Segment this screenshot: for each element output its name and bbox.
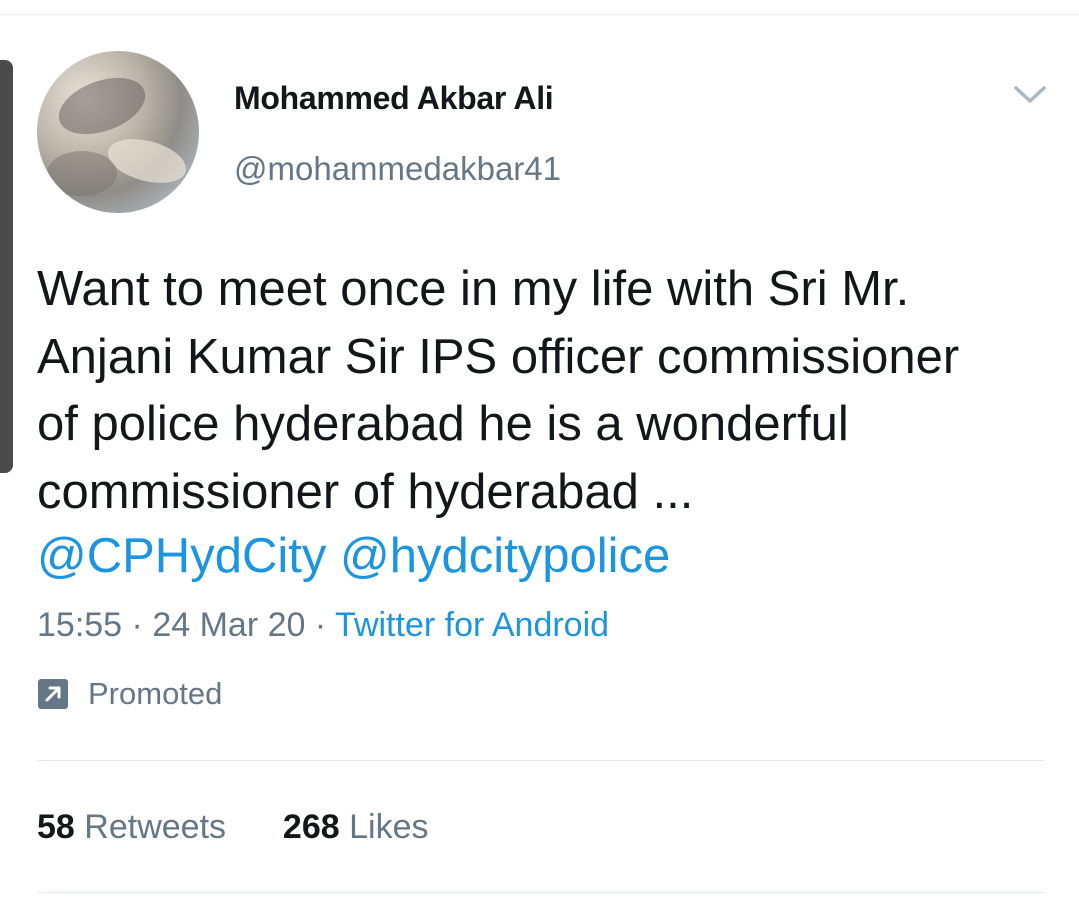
mention-link[interactable]: @hydcitypolice <box>340 529 670 583</box>
meta-separator: · <box>314 606 327 644</box>
tweet-time[interactable]: 15:55 <box>37 606 122 644</box>
scroll-indicator[interactable] <box>0 60 13 473</box>
retweets-stat[interactable]: 58 Retweets <box>37 808 235 846</box>
retweets-count: 58 <box>37 808 75 846</box>
avatar[interactable] <box>37 51 199 213</box>
chevron-down-icon[interactable] <box>1013 84 1047 106</box>
stats-top-divider <box>37 760 1044 761</box>
tweet-mentions: @CPHydCity @hydcitypolice <box>37 526 670 586</box>
likes-label: Likes <box>349 808 429 846</box>
tweet-metadata: 15:55 · 24 Mar 20 · Twitter for Android <box>37 606 609 645</box>
likes-stat[interactable]: 268 Likes <box>283 808 429 846</box>
likes-count: 268 <box>282 808 340 846</box>
promoted-label: Promoted <box>88 676 223 711</box>
tweet-text: Want to meet once in my life with Sri Mr… <box>37 262 960 519</box>
author-handle[interactable]: @mohammedakbar41 <box>234 150 561 188</box>
author-display-name[interactable]: Mohammed Akbar Ali <box>234 80 554 117</box>
top-divider <box>0 14 1079 15</box>
retweets-label: Retweets <box>84 808 227 846</box>
tweet-stats: 58 Retweets 268 Likes <box>37 808 428 847</box>
stats-bottom-divider <box>37 892 1044 893</box>
tweet-date[interactable]: 24 Mar 20 <box>152 606 305 644</box>
tweet-source-link[interactable]: Twitter for Android <box>335 606 609 644</box>
promoted-indicator[interactable]: Promoted <box>37 676 222 712</box>
mention-link[interactable]: @CPHydCity <box>37 529 326 583</box>
promoted-arrow-icon <box>38 679 68 709</box>
meta-separator: · <box>131 606 143 644</box>
